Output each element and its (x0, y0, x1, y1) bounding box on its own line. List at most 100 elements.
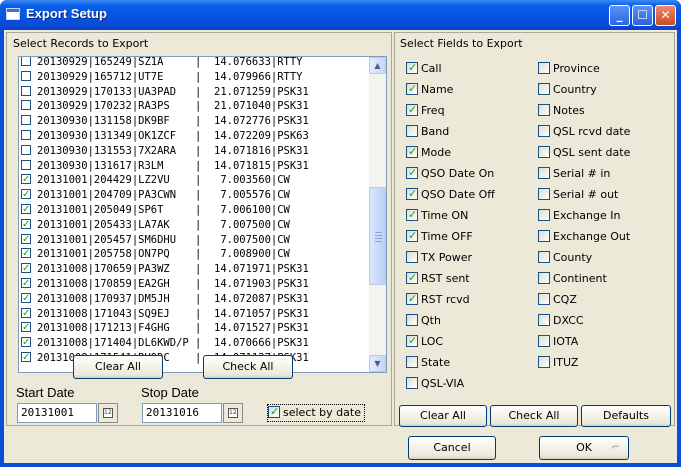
record-row[interactable]: 20131008|170859|EA2GH | 14.071903|PSK31 (21, 276, 369, 292)
record-checkbox[interactable] (21, 320, 31, 335)
field-checkbox-iota[interactable]: IOTA (538, 334, 578, 350)
field-checkbox-qth[interactable]: Qth (406, 313, 441, 329)
record-checkbox[interactable] (21, 246, 31, 261)
cancel-button[interactable]: Cancel (408, 436, 496, 460)
field-checkbox-time-on[interactable]: Time ON (406, 207, 468, 224)
select-by-date-checkbox[interactable]: select by date (267, 404, 365, 422)
field-checkbox-rst-sent[interactable]: RST sent (406, 270, 470, 287)
record-row[interactable]: 20130930|131349|OK1ZCF | 14.072209|PSK63 (21, 129, 369, 144)
record-checkbox[interactable] (21, 187, 31, 202)
field-checkbox-qso-date-on[interactable]: QSO Date On (406, 165, 495, 182)
field-checkbox-rst-rcvd[interactable]: RST rcvd (406, 291, 470, 308)
record-checkbox[interactable] (21, 57, 31, 66)
maximize-button[interactable]: ☐ (632, 5, 653, 26)
record-checkbox[interactable] (21, 130, 31, 140)
ok-button[interactable]: OK ⌐ (539, 436, 629, 460)
start-date-field[interactable]: 20131001 (17, 403, 97, 423)
record-checkbox[interactable] (21, 159, 31, 170)
field-checkbox-cqz[interactable]: CQZ (538, 292, 577, 308)
field-checkbox-freq[interactable]: Freq (406, 102, 445, 119)
record-checkbox[interactable] (21, 217, 31, 232)
record-row[interactable]: 20131001|204709|PA3CWN | 7.005576|CW (21, 187, 369, 203)
field-checkbox-time-off[interactable]: Time OFF (406, 228, 473, 245)
record-checkbox[interactable] (21, 261, 31, 276)
record-row[interactable]: 20130930|131617|R3LM | 14.071815|PSK31 (21, 159, 369, 174)
records-check-all-button[interactable]: Check All (203, 355, 293, 379)
field-checkbox-tx-power[interactable]: TX Power (406, 250, 472, 266)
stop-date-calendar-icon[interactable] (223, 403, 243, 423)
fields-defaults-button[interactable]: Defaults (581, 405, 671, 427)
field-checkbox-notes[interactable]: Notes (538, 103, 585, 119)
scroll-up-button[interactable]: ▲ (369, 57, 386, 74)
record-checkbox[interactable] (21, 70, 31, 81)
field-checkbox-state[interactable]: State (406, 355, 450, 371)
close-icon: ✕ (660, 8, 671, 22)
field-checkbox-band[interactable]: Band (406, 124, 449, 140)
stop-date-field[interactable]: 20131016 (142, 403, 222, 423)
field-checkbox-qsl-via[interactable]: QSL-VIA (406, 376, 464, 392)
start-date-calendar-icon[interactable] (98, 403, 118, 423)
field-checkbox-ituz[interactable]: ITUZ (538, 355, 578, 371)
record-checkbox[interactable] (21, 335, 31, 350)
record-checkbox[interactable] (21, 350, 31, 365)
field-checkbox-serial-out[interactable]: Serial # out (538, 187, 618, 203)
field-checkbox-qsl-sent-date[interactable]: QSL sent date (538, 145, 630, 161)
record-checkbox[interactable] (21, 144, 31, 155)
record-checkbox[interactable] (21, 85, 31, 96)
field-checkbox-exchange-out[interactable]: Exchange Out (538, 229, 630, 245)
field-checkbox-qso-date-off[interactable]: QSO Date Off (406, 186, 495, 203)
record-checkbox[interactable] (21, 100, 31, 111)
record-checkbox[interactable] (21, 291, 31, 306)
record-checkbox[interactable] (21, 202, 31, 217)
record-row[interactable]: 20130929|165712|UT7E | 14.079966|RTTY (21, 70, 369, 85)
checkbox-icon (406, 270, 418, 286)
record-row[interactable]: 20131008|171043|SQ9EJ | 14.071057|PSK31 (21, 306, 369, 322)
record-checkbox[interactable] (21, 172, 31, 187)
minimize-button[interactable]: _ (609, 5, 630, 26)
records-scrollbar[interactable]: ▲ ▼ (369, 57, 386, 372)
field-checkbox-continent[interactable]: Continent (538, 271, 607, 287)
field-checkbox-serial-in[interactable]: Serial # in (538, 166, 610, 182)
record-checkbox[interactable] (21, 276, 31, 291)
scroll-thumb[interactable] (369, 187, 386, 285)
record-row[interactable]: 20131008|170659|PA3WZ | 14.071971|PSK31 (21, 261, 369, 277)
records-list[interactable]: 20130929|165249|SZ1A | 14.076633|RTTY 201… (18, 56, 387, 373)
field-checkbox-dxcc[interactable]: DXCC (538, 313, 584, 329)
checkbox-icon (538, 230, 550, 242)
close-button[interactable]: ✕ (655, 5, 676, 26)
checkbox-icon (538, 83, 550, 95)
record-row[interactable]: 20130930|131158|DK9BF | 14.072776|PSK31 (21, 114, 369, 129)
field-checkbox-qsl-rcvd-date[interactable]: QSL rcvd date (538, 124, 630, 140)
record-row[interactable]: 20131008|171213|F4GHG | 14.071527|PSK31 (21, 320, 369, 336)
field-checkbox-name[interactable]: Name (406, 81, 453, 98)
fields-check-all-button[interactable]: Check All (490, 405, 578, 427)
record-row[interactable]: 20131001|205049|SP6T | 7.006100|CW (21, 202, 369, 218)
record-row[interactable]: 20131001|205457|SM6DHU | 7.007500|CW (21, 232, 369, 248)
record-checkbox[interactable] (21, 232, 31, 247)
field-checkbox-exchange-in[interactable]: Exchange In (538, 208, 620, 224)
record-row[interactable]: 20131008|171404|DL6KWD/P | 14.070666|PSK… (21, 335, 369, 351)
record-checkbox[interactable] (21, 115, 31, 126)
record-row[interactable]: 20131001|205433|LA7AK | 7.007500|CW (21, 217, 369, 233)
record-row[interactable]: 20130930|131553|7X2ARA | 14.071816|PSK31 (21, 144, 369, 159)
fields-clear-all-button[interactable]: Clear All (399, 405, 487, 427)
title-bar[interactable]: Export Setup _ ☐ ✕ (0, 0, 681, 30)
record-text: 20130930|131349|OK1ZCF | 14.072209|PSK63 (37, 130, 309, 142)
field-checkbox-country[interactable]: Country (538, 82, 597, 98)
record-row[interactable]: 20130929|165249|SZ1A | 14.076633|RTTY (21, 57, 369, 70)
field-label: TX Power (421, 251, 473, 264)
record-row[interactable]: 20130929|170232|RA3PS | 21.071040|PSK31 (21, 99, 369, 114)
field-checkbox-county[interactable]: County (538, 250, 592, 266)
scroll-down-button[interactable]: ▼ (369, 355, 386, 372)
records-clear-all-button[interactable]: Clear All (73, 355, 163, 379)
field-label: QSO Date On (421, 167, 495, 180)
field-checkbox-province[interactable]: Province (538, 61, 600, 77)
record-row[interactable]: 20131001|204429|LZ2VU | 7.003560|CW (21, 172, 369, 188)
record-row[interactable]: 20131008|170937|DM5JH | 14.072087|PSK31 (21, 291, 369, 307)
record-row[interactable]: 20130929|170133|UA3PAD | 21.071259|PSK31 (21, 85, 369, 100)
field-checkbox-loc[interactable]: LOC (406, 333, 443, 350)
record-row[interactable]: 20131001|205758|ON7PQ | 7.008900|CW (21, 246, 369, 262)
field-checkbox-mode[interactable]: Mode (406, 144, 451, 161)
field-checkbox-call[interactable]: Call (406, 60, 442, 77)
record-checkbox[interactable] (21, 306, 31, 321)
